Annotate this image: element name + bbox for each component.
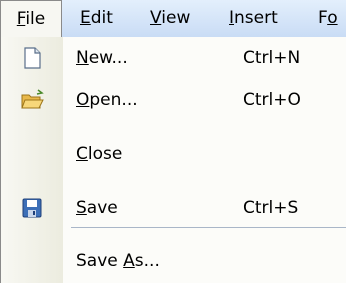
open-label-accesskey: O [76,90,90,110]
menu-item-save-label: Save [76,187,118,229]
save-label-accesskey: S [76,198,87,218]
file-menu-dropdown: New... Ctrl+N Open... Ctrl+O Close Save [0,37,346,283]
open-folder-icon [20,88,44,112]
menu-item-open-label: Open... [76,79,138,121]
menu-item-close-label: Close [76,133,122,175]
menu-item-new-shortcut: Ctrl+N [243,48,301,68]
menu-format-text: F [318,8,328,28]
menu-item-close[interactable]: Close [1,133,346,175]
menu-format-accesskey: o [327,8,338,28]
menu-edit-accesskey: E [80,8,91,28]
menu-insert[interactable]: Insert [229,0,278,37]
open-label-text-rest: pen... [89,90,138,110]
menu-item-save-as[interactable]: Save As... [1,240,346,282]
menu-view[interactable]: View [150,0,190,37]
new-label-text-rest: ew... [88,48,128,68]
save-label-text-rest: ave [86,198,118,218]
menu-item-save-as-label: Save As... [76,240,160,282]
menu-file[interactable]: File [0,0,62,37]
save-disk-icon [20,196,44,220]
menu-bar: File Edit View Insert Fo [0,0,346,37]
close-label-text-rest: lose [87,144,123,164]
new-document-icon [20,46,44,70]
new-label-accesskey: N [76,48,89,68]
menu-edit-text-rest: dit [90,8,113,28]
close-label-accesskey: C [76,144,88,164]
menu-item-new[interactable]: New... Ctrl+N [1,37,346,79]
menu-item-save-shortcut: Ctrl+S [243,198,299,218]
save-as-label-accesskey: A [123,251,135,271]
menu-view-text-rest: iew [161,8,191,28]
menu-item-open-shortcut: Ctrl+O [243,90,301,110]
menu-item-save[interactable]: Save Ctrl+S [1,187,346,229]
menu-view-accesskey: V [150,8,162,28]
menu-edit[interactable]: Edit [80,0,113,37]
menu-format[interactable]: Fo [318,0,338,37]
save-as-label-text-rest: s... [134,251,160,271]
menu-item-open[interactable]: Open... Ctrl+O [1,79,346,121]
save-as-label-text: Save [76,251,124,271]
menu-insert-text-rest: nsert [234,8,278,28]
menu-file-text-rest: ile [25,9,46,29]
menu-item-new-label: New... [76,37,128,79]
